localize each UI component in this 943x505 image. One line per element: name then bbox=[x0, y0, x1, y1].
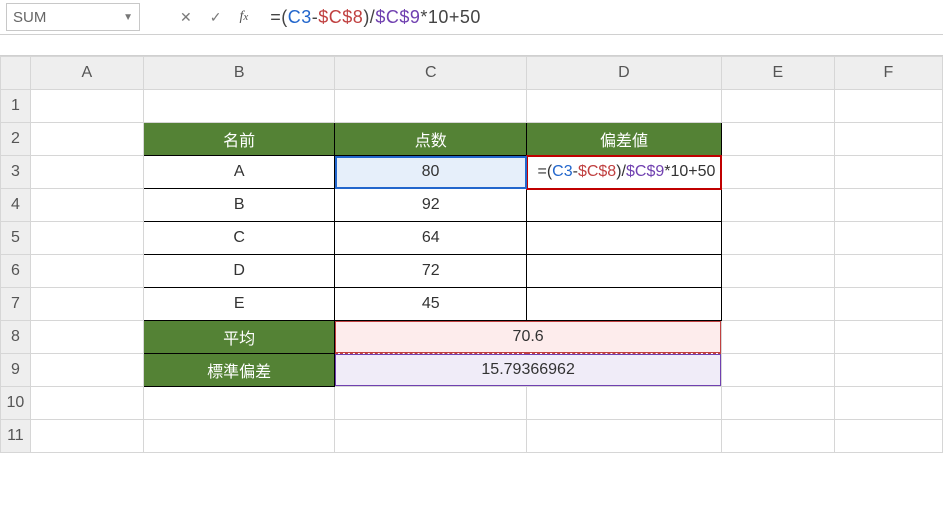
cell-F2[interactable] bbox=[834, 123, 942, 156]
cell-F4[interactable] bbox=[834, 189, 942, 222]
cell-F1[interactable] bbox=[834, 90, 942, 123]
cell-D3-editing[interactable]: =(C3-$C$8)/$C$9*10+50 bbox=[527, 156, 722, 189]
cell-D1[interactable] bbox=[527, 90, 722, 123]
cell-E3[interactable] bbox=[721, 156, 834, 189]
cell-B8[interactable]: 平均 bbox=[143, 321, 335, 354]
formula-bar: SUM ▼ ✕ ✓ fx =(C3-$C$8)/$C$9*10+50 bbox=[0, 0, 943, 35]
col-header-E[interactable]: E bbox=[721, 57, 834, 90]
cell-A2[interactable] bbox=[30, 123, 143, 156]
cell-A3[interactable] bbox=[30, 156, 143, 189]
cell-E8[interactable] bbox=[721, 321, 834, 354]
cell-B7[interactable]: E bbox=[143, 288, 335, 321]
row-header-3[interactable]: 3 bbox=[1, 156, 31, 189]
cell-B2[interactable]: 名前 bbox=[143, 123, 335, 156]
cell-E2[interactable] bbox=[721, 123, 834, 156]
cell-D11[interactable] bbox=[527, 420, 722, 453]
cell-B11[interactable] bbox=[143, 420, 335, 453]
cell-A7[interactable] bbox=[30, 288, 143, 321]
cell-C3[interactable]: 80 bbox=[335, 156, 527, 189]
cell-E9[interactable] bbox=[721, 354, 834, 387]
cell-C7[interactable]: 45 bbox=[335, 288, 527, 321]
confirm-icon[interactable]: ✓ bbox=[210, 9, 222, 26]
cancel-icon[interactable]: ✕ bbox=[180, 9, 192, 26]
cell-D2[interactable]: 偏差値 bbox=[527, 123, 722, 156]
fx-icon[interactable]: fx bbox=[239, 9, 248, 25]
col-header-F[interactable]: F bbox=[834, 57, 942, 90]
cell-C5[interactable]: 64 bbox=[335, 222, 527, 255]
cell-B6[interactable]: D bbox=[143, 255, 335, 288]
cell-D10[interactable] bbox=[527, 387, 722, 420]
cell-B3[interactable]: A bbox=[143, 156, 335, 189]
cell-D6[interactable] bbox=[527, 255, 722, 288]
cell-B4[interactable]: B bbox=[143, 189, 335, 222]
row-header-2[interactable]: 2 bbox=[1, 123, 31, 156]
cell-C9-D9-merged[interactable]: 15.79366962 bbox=[335, 354, 721, 387]
cell-B1[interactable] bbox=[143, 90, 335, 123]
cell-F9[interactable] bbox=[834, 354, 942, 387]
col-header-B[interactable]: B bbox=[143, 57, 335, 90]
col-header-C[interactable]: C bbox=[335, 57, 527, 90]
col-header-D[interactable]: D bbox=[527, 57, 722, 90]
name-box[interactable]: SUM ▼ bbox=[6, 3, 140, 31]
cell-F10[interactable] bbox=[834, 387, 942, 420]
cell-D5[interactable] bbox=[527, 222, 722, 255]
cell-E11[interactable] bbox=[721, 420, 834, 453]
cell-E10[interactable] bbox=[721, 387, 834, 420]
cell-E5[interactable] bbox=[721, 222, 834, 255]
cell-C1[interactable] bbox=[335, 90, 527, 123]
cell-A5[interactable] bbox=[30, 222, 143, 255]
col-header-A[interactable]: A bbox=[30, 57, 143, 90]
cell-B5[interactable]: C bbox=[143, 222, 335, 255]
cell-F5[interactable] bbox=[834, 222, 942, 255]
row-header-1[interactable]: 1 bbox=[1, 90, 31, 123]
row-header-10[interactable]: 10 bbox=[1, 387, 31, 420]
cell-A6[interactable] bbox=[30, 255, 143, 288]
cell-C11[interactable] bbox=[335, 420, 527, 453]
cell-C8-D8-merged[interactable]: 70.6 bbox=[335, 321, 721, 354]
cell-F7[interactable] bbox=[834, 288, 942, 321]
spreadsheet-grid[interactable]: A B C D E F 1 2 名前 点数 偏差値 3 A 80 =(C3-$C… bbox=[0, 56, 943, 453]
cell-F6[interactable] bbox=[834, 255, 942, 288]
cell-A1[interactable] bbox=[30, 90, 143, 123]
row-header-7[interactable]: 7 bbox=[1, 288, 31, 321]
cell-C10[interactable] bbox=[335, 387, 527, 420]
formula-bar-buttons: ✕ ✓ fx bbox=[180, 9, 248, 26]
cell-C4[interactable]: 92 bbox=[335, 189, 527, 222]
cell-E6[interactable] bbox=[721, 255, 834, 288]
cell-B9[interactable]: 標準偏差 bbox=[143, 354, 335, 387]
cell-E1[interactable] bbox=[721, 90, 834, 123]
cell-D7[interactable] bbox=[527, 288, 722, 321]
row-header-11[interactable]: 11 bbox=[1, 420, 31, 453]
cell-A4[interactable] bbox=[30, 189, 143, 222]
formula-text[interactable]: =(C3-$C$8)/$C$9*10+50 bbox=[270, 7, 481, 28]
row-header-8[interactable]: 8 bbox=[1, 321, 31, 354]
cell-E7[interactable] bbox=[721, 288, 834, 321]
cell-D4[interactable] bbox=[527, 189, 722, 222]
cell-F3[interactable] bbox=[834, 156, 942, 189]
select-all-corner[interactable] bbox=[1, 57, 31, 90]
cell-A11[interactable] bbox=[30, 420, 143, 453]
cell-A8[interactable] bbox=[30, 321, 143, 354]
cell-F11[interactable] bbox=[834, 420, 942, 453]
cell-C2[interactable]: 点数 bbox=[335, 123, 527, 156]
name-box-dropdown-icon[interactable]: ▼ bbox=[123, 12, 133, 23]
cell-E4[interactable] bbox=[721, 189, 834, 222]
row-header-4[interactable]: 4 bbox=[1, 189, 31, 222]
cell-B10[interactable] bbox=[143, 387, 335, 420]
cell-C6[interactable]: 72 bbox=[335, 255, 527, 288]
cell-A9[interactable] bbox=[30, 354, 143, 387]
cell-A10[interactable] bbox=[30, 387, 143, 420]
name-box-value: SUM bbox=[13, 9, 46, 26]
cell-F8[interactable] bbox=[834, 321, 942, 354]
row-header-5[interactable]: 5 bbox=[1, 222, 31, 255]
row-header-9[interactable]: 9 bbox=[1, 354, 31, 387]
row-header-6[interactable]: 6 bbox=[1, 255, 31, 288]
